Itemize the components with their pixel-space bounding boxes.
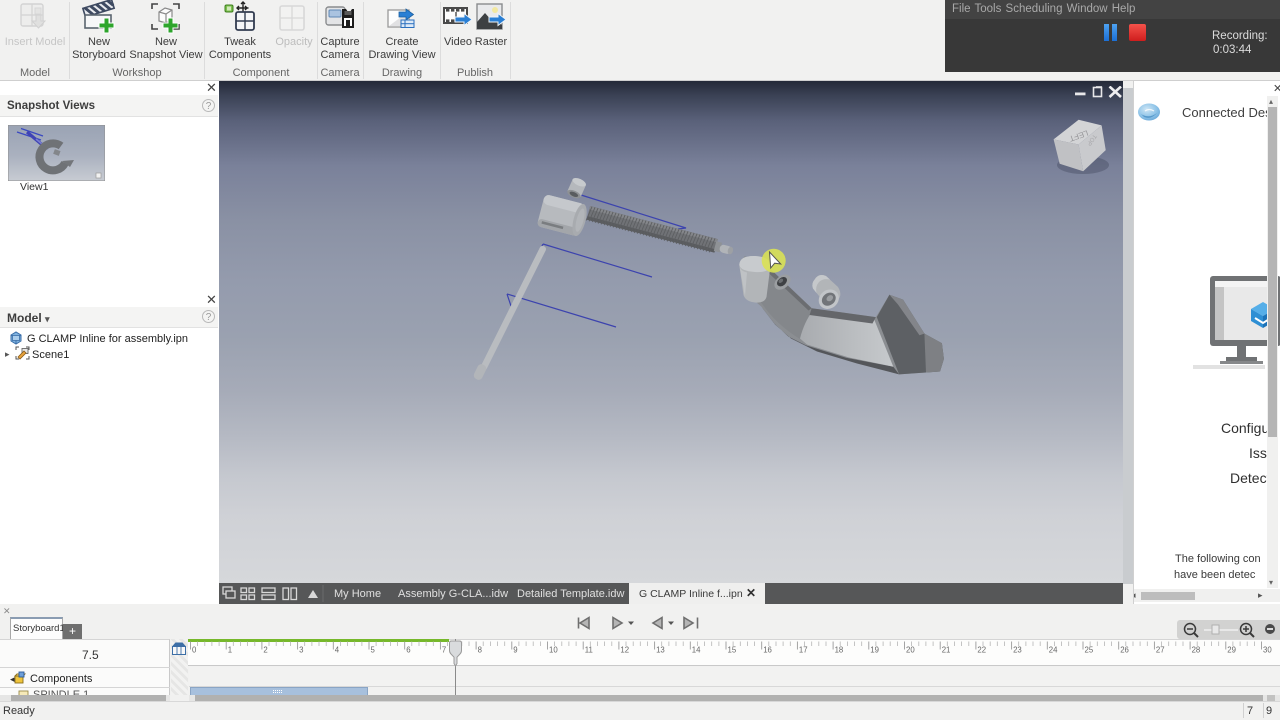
svg-text:29: 29: [1227, 646, 1236, 655]
svg-text:18: 18: [835, 646, 844, 655]
svg-text:10: 10: [549, 646, 558, 655]
svg-text:14: 14: [692, 646, 701, 655]
svg-text:12: 12: [620, 646, 629, 655]
svg-text:27: 27: [1156, 646, 1165, 655]
svg-text:8: 8: [478, 646, 482, 655]
svg-text:7: 7: [442, 646, 446, 655]
svg-text:1: 1: [228, 646, 232, 655]
svg-text:25: 25: [1085, 646, 1094, 655]
svg-text:16: 16: [763, 646, 772, 655]
svg-text:4: 4: [335, 646, 340, 655]
svg-text:24: 24: [1049, 646, 1058, 655]
svg-text:5: 5: [371, 646, 376, 655]
svg-text:13: 13: [656, 646, 665, 655]
svg-text:20: 20: [906, 646, 915, 655]
svg-text:30: 30: [1263, 646, 1272, 655]
svg-text:28: 28: [1192, 646, 1201, 655]
svg-text:11: 11: [585, 646, 593, 655]
svg-text:17: 17: [799, 646, 808, 655]
svg-text:2: 2: [263, 646, 267, 655]
svg-text:22: 22: [977, 646, 986, 655]
svg-text:6: 6: [406, 646, 410, 655]
svg-text:0: 0: [192, 646, 197, 655]
svg-text:15: 15: [728, 646, 737, 655]
svg-text:3: 3: [299, 646, 303, 655]
svg-text:26: 26: [1120, 646, 1129, 655]
svg-text:19: 19: [870, 646, 879, 655]
svg-text:23: 23: [1013, 646, 1022, 655]
svg-text:9: 9: [513, 646, 517, 655]
svg-text:21: 21: [942, 646, 951, 655]
